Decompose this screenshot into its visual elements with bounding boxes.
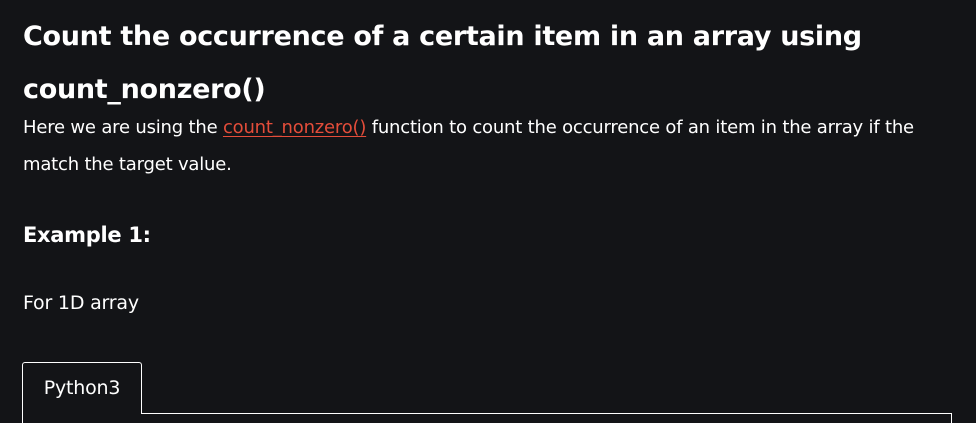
code-panel (22, 414, 952, 423)
example-heading: Example 1: (23, 223, 151, 247)
section-heading: Count the occurrence of a certain item i… (23, 21, 862, 105)
count-nonzero-link[interactable]: count_nonzero() (223, 117, 366, 138)
example-caption: For 1D array (23, 292, 139, 314)
intro-paragraph: Here we are using the count_nonzero() fu… (23, 109, 953, 183)
intro-text-before-link: Here we are using the (23, 117, 223, 138)
article-page: Count the occurrence of a certain item i… (0, 0, 976, 423)
tab-python3[interactable]: Python3 (22, 362, 142, 414)
code-tabs: Python3 (22, 362, 952, 423)
